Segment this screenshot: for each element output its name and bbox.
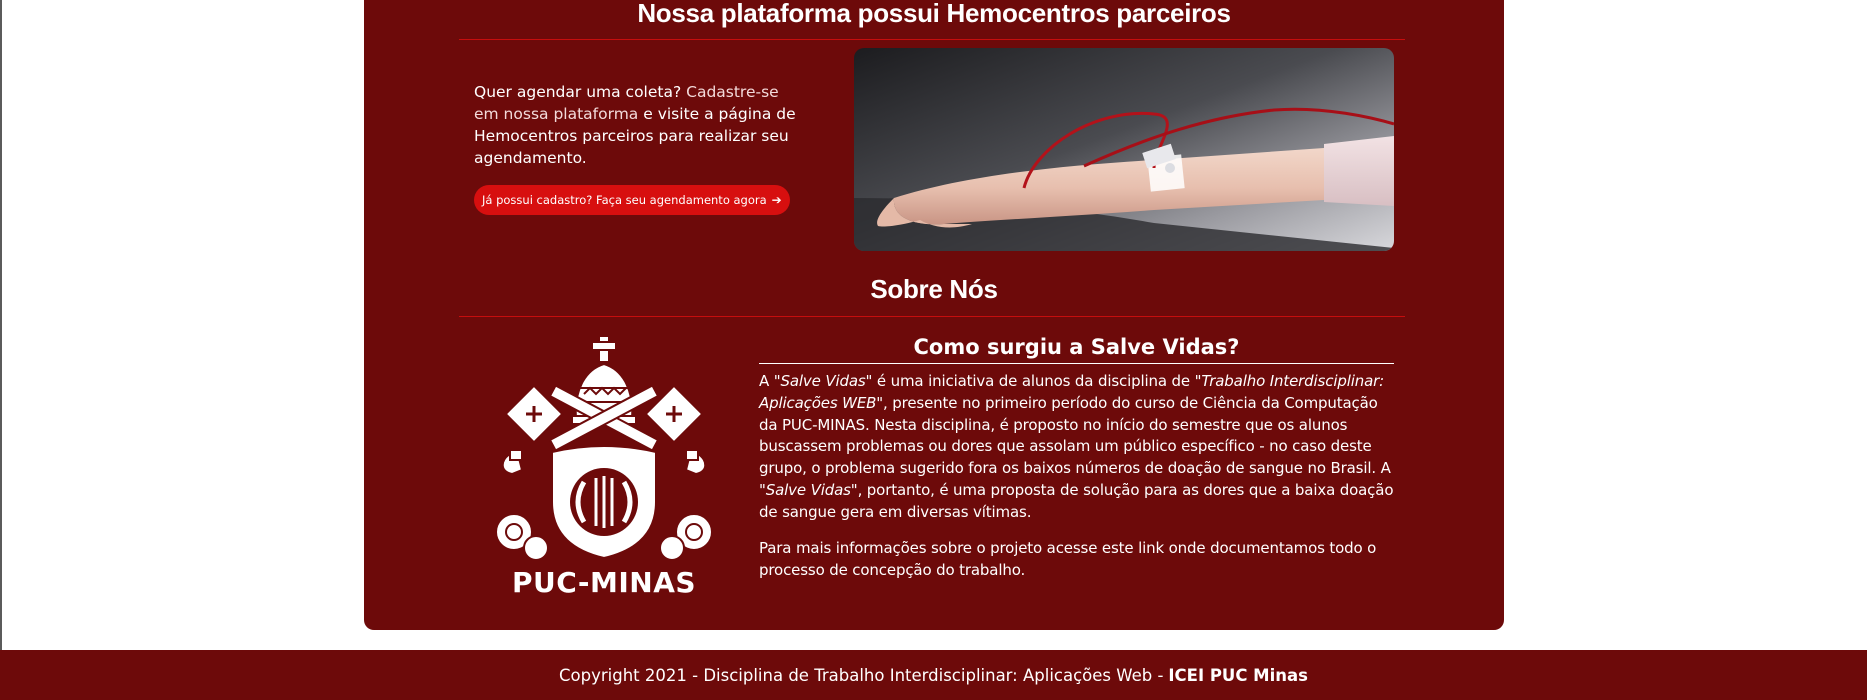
page-footer: Copyright 2021 - Disciplina de Trabalho … — [0, 650, 1867, 700]
intro-text-1: Quer agendar uma coleta? — [474, 83, 687, 101]
blood-donation-photo — [854, 48, 1394, 251]
crest-label: PUC-MINAS — [511, 566, 697, 599]
about-subtitle-divider — [759, 363, 1394, 364]
schedule-button-label: Já possui cadastro? Faça seu agendamento… — [482, 193, 767, 207]
about-title: Sobre Nós — [870, 274, 998, 304]
p1-text-c: é uma iniciativa de alunos da disciplina… — [872, 372, 1195, 390]
puc-minas-crest-icon — [484, 332, 724, 564]
p1-text-a: A — [759, 372, 774, 390]
content-card: Nossa plataforma possui Hemocentros parc… — [364, 0, 1504, 630]
project-info-paragraph: Para mais informações sobre o projeto ac… — [759, 538, 1399, 582]
about-paragraph: A "Salve Vidas" é uma iniciativa de alun… — [759, 371, 1399, 524]
project-docs-link[interactable]: este link — [1102, 539, 1164, 557]
footer-copyright: Copyright 2021 - Disciplina de Trabalho … — [559, 665, 1164, 685]
about-divider — [459, 316, 1405, 317]
footer-brand: ICEI PUC Minas — [1168, 665, 1308, 685]
p2-text-a: Para mais informações sobre o projeto ac… — [759, 539, 1102, 557]
schedule-button[interactable]: Já possui cadastro? Faça seu agendamento… — [474, 185, 790, 215]
page-left-border — [0, 0, 2, 650]
p1-project-name: "Salve Vidas" — [773, 372, 873, 390]
p1-project-name-2: "Salve Vidas" — [759, 480, 858, 499]
partners-divider — [459, 39, 1405, 40]
about-subtitle: Como surgiu a Salve Vidas? — [913, 335, 1240, 359]
partners-intro: Quer agendar uma coleta? Cadastre-se em … — [474, 81, 804, 169]
arrow-right-icon: ➔ — [771, 193, 782, 207]
partners-title: Nossa plataforma possui Hemocentros parc… — [637, 0, 1231, 28]
